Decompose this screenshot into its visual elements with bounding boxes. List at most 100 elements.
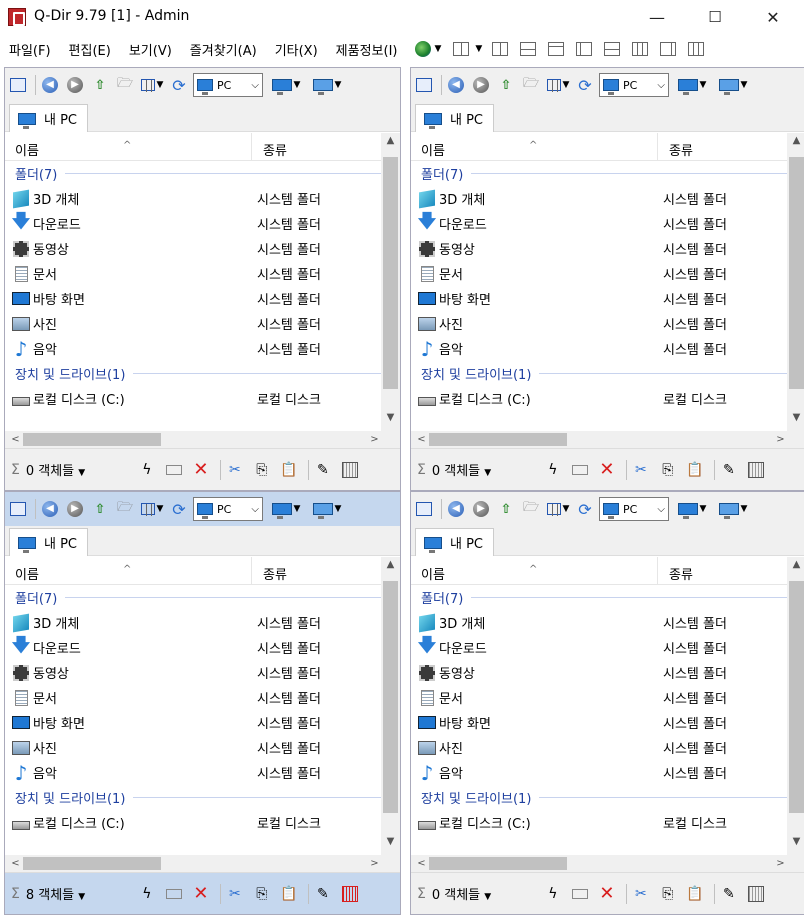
view-mode-icon[interactable] [413, 74, 435, 96]
computer-dropdown-icon[interactable]: ▼ [308, 74, 346, 96]
list-item[interactable]: 3D 개체 시스템 폴더 [5, 186, 383, 211]
rename-icon[interactable] [163, 883, 185, 905]
desktop-dropdown-icon[interactable]: ▼ [673, 74, 711, 96]
scroll-down-icon[interactable]: ▼ [787, 412, 804, 429]
layout-4c-icon[interactable] [688, 42, 705, 56]
refresh-icon[interactable]: ⟳ [168, 498, 190, 520]
list-item[interactable]: 사진 시스템 폴더 [411, 311, 789, 336]
layout-grid-icon[interactable] [453, 42, 470, 56]
close-button[interactable]: ✕ [744, 0, 802, 34]
computer-dropdown-icon[interactable]: ▼ [308, 498, 346, 520]
forward-icon[interactable]: ▶ [64, 498, 86, 520]
view-mode-icon[interactable] [7, 498, 29, 520]
horizontal-scrollbar[interactable]: < > [5, 855, 383, 872]
column-name-header[interactable]: 이름 [15, 564, 39, 583]
select-all-icon[interactable] [745, 883, 767, 905]
column-type-header[interactable]: 종류 [669, 564, 693, 583]
scroll-left-icon[interactable]: < [7, 855, 24, 872]
paste-icon[interactable]: 📋 [684, 459, 706, 481]
list-item[interactable]: 문서 시스템 폴더 [5, 685, 383, 710]
list-item[interactable]: 문서 시스템 폴더 [411, 261, 789, 286]
tab-my-pc[interactable]: 내 PC [9, 104, 89, 132]
rename-icon[interactable] [163, 459, 185, 481]
list-item[interactable]: 🡇 다운로드 시스템 폴더 [5, 211, 383, 236]
edit-icon[interactable]: ✎ [718, 459, 740, 481]
view-options-icon[interactable]: ▼ [545, 498, 571, 520]
column-type-header[interactable]: 종류 [263, 140, 287, 159]
back-icon[interactable]: ◀ [39, 498, 61, 520]
file-list[interactable]: 이름 ^ 종류 폴더(7) 3D 개체 시스템 폴더 🡇 다운로드 시스템 폴더 동영상 시스… [411, 557, 789, 855]
scroll-thumb[interactable] [23, 857, 161, 870]
list-item[interactable]: 바탕 화면 시스템 폴더 [411, 710, 789, 735]
chevron-down-icon[interactable]: ⌵ [251, 80, 259, 91]
column-name-header[interactable]: 이름 [421, 564, 445, 583]
column-type-header[interactable]: 종류 [669, 140, 693, 159]
list-item[interactable]: 사진 시스템 폴더 [411, 735, 789, 760]
file-list[interactable]: 이름 ^ 종류 폴더(7) 3D 개체 시스템 폴더 🡇 다운로드 시스템 폴더 동영상 시스… [5, 133, 383, 431]
forward-icon[interactable]: ▶ [64, 74, 86, 96]
scroll-down-icon[interactable]: ▼ [787, 836, 804, 853]
maximize-button[interactable]: ☐ [686, 0, 744, 34]
layout-4b-icon[interactable] [660, 42, 677, 56]
tab-my-pc[interactable]: 내 PC [415, 528, 495, 556]
cut-icon[interactable]: ✂ [630, 883, 652, 905]
chevron-down-icon[interactable]: ⌵ [251, 504, 259, 515]
computer-dropdown-icon[interactable]: ▼ [714, 498, 752, 520]
object-count[interactable]: 0 객체들 ▼ [26, 460, 136, 479]
quick-launch-icon[interactable]: ϟ [136, 459, 158, 481]
copy-icon[interactable]: ⎘ [657, 883, 679, 905]
list-item[interactable]: 동영상 시스템 폴더 [411, 660, 789, 685]
cut-icon[interactable]: ✂ [224, 459, 246, 481]
group-header[interactable]: 폴더(7) [411, 161, 789, 186]
menu-view[interactable]: 보기(V) [120, 40, 181, 59]
quick-launch-icon[interactable]: ϟ [542, 459, 564, 481]
delete-icon[interactable]: ✕ [190, 883, 212, 905]
list-item[interactable]: 3D 개체 시스템 폴더 [411, 186, 789, 211]
refresh-icon[interactable]: ⟳ [574, 498, 596, 520]
view-mode-icon[interactable] [413, 498, 435, 520]
list-item[interactable]: 사진 시스템 폴더 [5, 735, 383, 760]
new-folder-icon[interactable]: 🗁 [520, 74, 542, 96]
tab-my-pc[interactable]: 내 PC [9, 528, 89, 556]
desktop-dropdown-icon[interactable]: ▼ [267, 74, 305, 96]
cut-icon[interactable]: ✂ [630, 459, 652, 481]
copy-icon[interactable]: ⎘ [657, 459, 679, 481]
horizontal-scrollbar[interactable]: < > [411, 431, 789, 448]
delete-icon[interactable]: ✕ [596, 883, 618, 905]
scroll-up-icon[interactable]: ▲ [787, 135, 804, 152]
view-mode-icon[interactable] [7, 74, 29, 96]
edit-icon[interactable]: ✎ [312, 459, 334, 481]
menu-file[interactable]: 파일(F) [0, 40, 60, 59]
list-item[interactable]: ♪ 음악 시스템 폴더 [411, 760, 789, 785]
horizontal-scrollbar[interactable]: < > [411, 855, 789, 872]
scroll-up-icon[interactable]: ▲ [381, 135, 400, 152]
group-header[interactable]: 장치 및 드라이브(1) [5, 785, 383, 810]
layout-2v-icon[interactable] [492, 42, 509, 56]
list-item[interactable]: 3D 개체 시스템 폴더 [411, 610, 789, 635]
view-options-icon[interactable]: ▼ [139, 498, 165, 520]
quick-launch-icon[interactable]: ϟ [136, 883, 158, 905]
computer-dropdown-icon[interactable]: ▼ [714, 74, 752, 96]
list-item[interactable]: 바탕 화면 시스템 폴더 [411, 286, 789, 311]
list-item[interactable]: ♪ 음악 시스템 폴더 [5, 336, 383, 361]
group-header[interactable]: 폴더(7) [411, 585, 789, 610]
edit-icon[interactable]: ✎ [312, 883, 334, 905]
scroll-up-icon[interactable]: ▲ [381, 559, 400, 576]
scroll-thumb[interactable] [429, 857, 567, 870]
copy-icon[interactable]: ⎘ [251, 883, 273, 905]
list-item[interactable]: 🡇 다운로드 시스템 폴더 [411, 635, 789, 660]
back-icon[interactable]: ◀ [39, 74, 61, 96]
list-item[interactable]: 로컬 디스크 (C:) 로컬 디스크 [411, 386, 789, 411]
menu-info[interactable]: 제품정보(I) [327, 40, 407, 59]
layout-4v-icon[interactable] [632, 42, 649, 56]
scroll-down-icon[interactable]: ▼ [381, 412, 400, 429]
list-item[interactable]: 동영상 시스템 폴더 [5, 660, 383, 685]
new-folder-icon[interactable]: 🗁 [114, 498, 136, 520]
scroll-down-icon[interactable]: ▼ [381, 836, 400, 853]
column-name-header[interactable]: 이름 [421, 140, 445, 159]
desktop-dropdown-icon[interactable]: ▼ [673, 498, 711, 520]
quick-launch-icon[interactable]: ϟ [542, 883, 564, 905]
up-folder-icon[interactable]: ⇧ [495, 498, 517, 520]
forward-icon[interactable]: ▶ [470, 498, 492, 520]
object-count[interactable]: 0 객체들 ▼ [432, 460, 542, 479]
